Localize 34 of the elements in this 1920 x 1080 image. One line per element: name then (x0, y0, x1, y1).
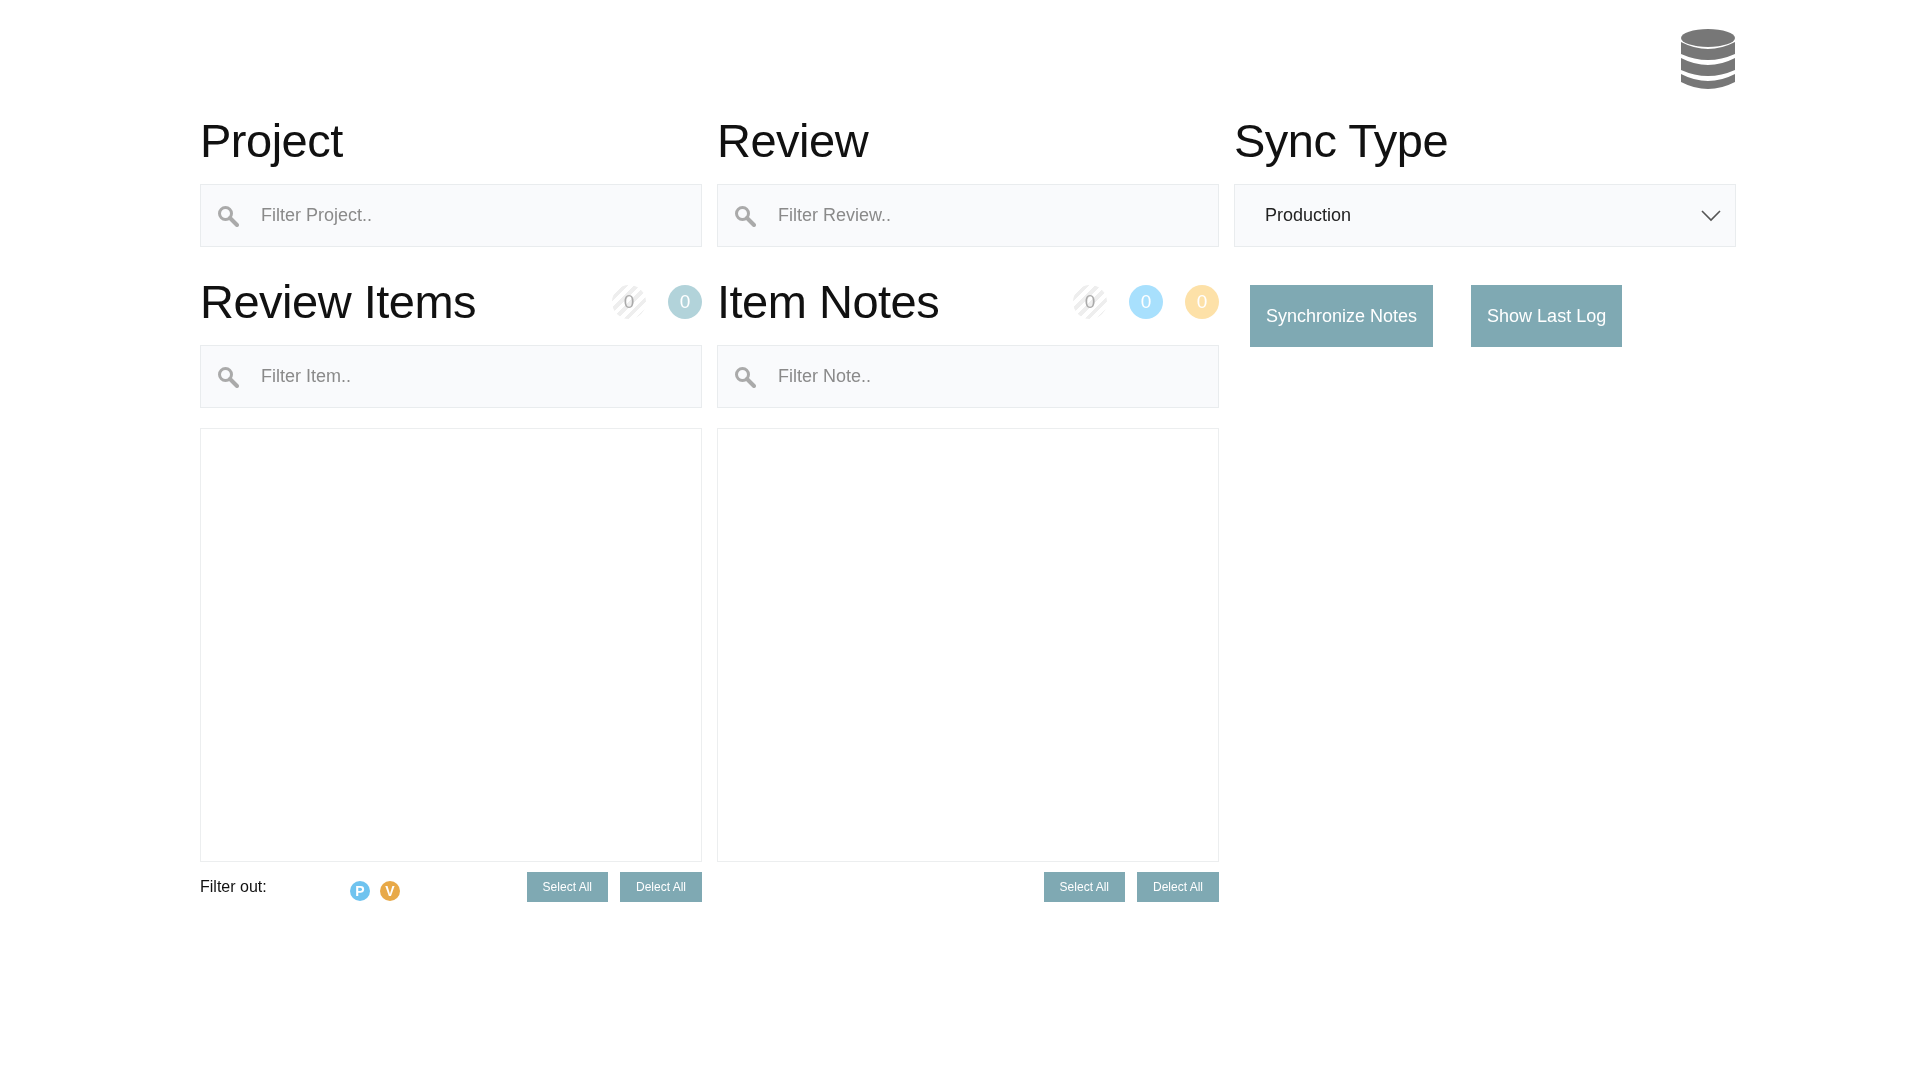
section-title: Review (717, 113, 870, 169)
list-action-button[interactable]: Select All (526, 872, 608, 902)
filter-chip[interactable]: V (380, 881, 400, 901)
section-title: Review Items (200, 274, 477, 330)
count-badge: 0 (1073, 285, 1107, 319)
list-action-button[interactable]: Delect All (1136, 872, 1219, 902)
search-field[interactable]: Filter Review.. (717, 184, 1219, 247)
search-icon (734, 204, 756, 227)
search-input[interactable]: Filter Project.. (259, 204, 685, 227)
database-icon[interactable] (1680, 28, 1736, 92)
action-button[interactable]: Synchronize Notes (1250, 285, 1434, 347)
section-title: Item Notes (717, 274, 940, 330)
search-field[interactable]: Filter Item.. (200, 345, 702, 408)
section-title: Project (200, 113, 344, 169)
list-action-button[interactable]: Select All (1043, 872, 1125, 902)
count-badge: 0 (668, 285, 702, 319)
chevron-down-icon (1701, 209, 1721, 222)
count-badge: 0 (1129, 285, 1163, 319)
search-input[interactable]: Filter Item.. (259, 365, 685, 388)
search-icon (734, 365, 756, 388)
search-field[interactable]: Filter Project.. (200, 184, 702, 247)
search-input[interactable]: Filter Review.. (776, 204, 1202, 227)
search-input[interactable]: Filter Note.. (776, 365, 1202, 388)
section-title: Sync Type (1234, 113, 1450, 169)
sync-type-dropdown[interactable]: Production (1234, 184, 1736, 247)
count-badge: 0 (612, 285, 646, 319)
filter-label: Filter out: (200, 878, 268, 896)
action-button[interactable]: Show Last Log (1471, 285, 1623, 347)
search-icon (217, 365, 239, 388)
list-action-button[interactable]: Delect All (619, 872, 702, 902)
count-badge: 0 (1185, 285, 1219, 319)
filter-chip[interactable]: P (350, 881, 370, 901)
search-field[interactable]: Filter Note.. (717, 345, 1219, 408)
search-icon (217, 204, 239, 227)
